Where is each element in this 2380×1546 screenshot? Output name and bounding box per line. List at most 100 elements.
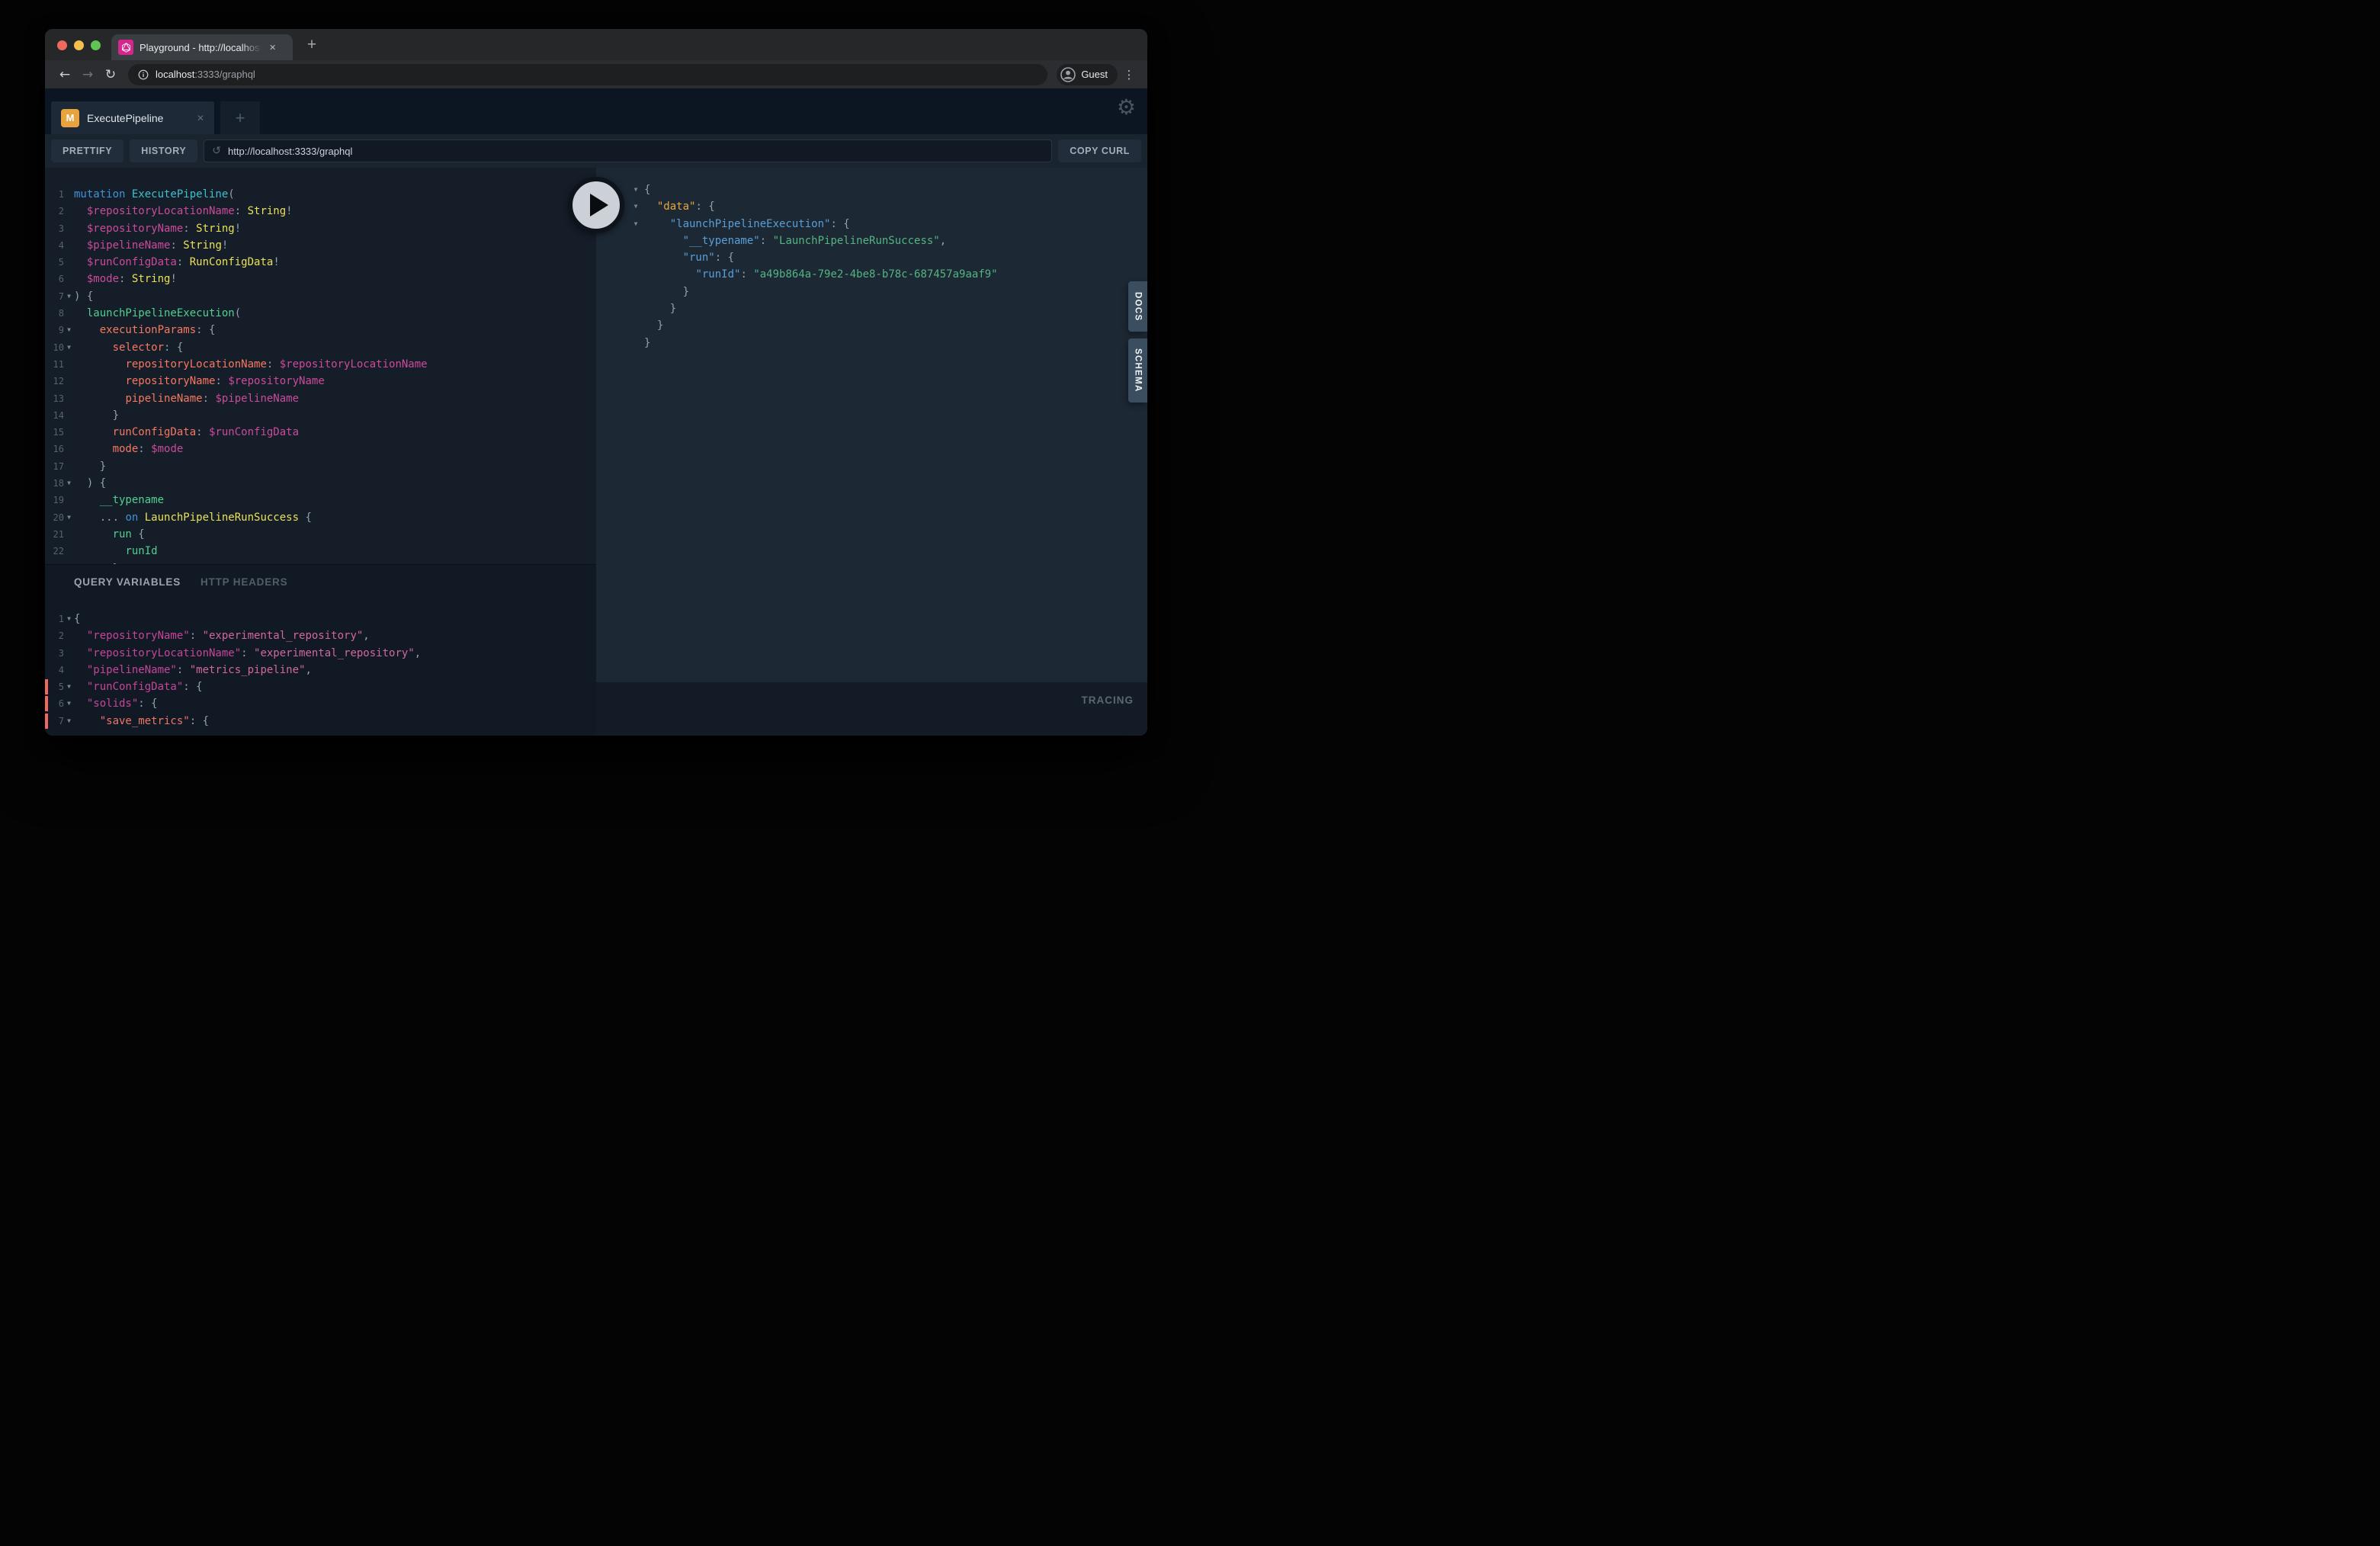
schema-side-tab[interactable]: SCHEMA [1128, 338, 1147, 403]
variables-code-line: 2 "repositoryName": "experimental_reposi… [45, 627, 596, 644]
fold-arrow-icon[interactable]: ▼ [64, 713, 74, 730]
query-code-line: 20▼ ... on LaunchPipelineRunSuccess { [45, 509, 596, 526]
endpoint-history-icon: ↺ [212, 145, 221, 157]
query-code-line: 5 $runConfigData: RunConfigData! [45, 254, 596, 271]
query-code-line: 19 __typename [45, 492, 596, 508]
fold-arrow-icon[interactable]: ▼ [64, 678, 74, 695]
tracing-toggle[interactable]: TRACING [1082, 694, 1134, 736]
line-number: 11 [45, 356, 64, 373]
code-text: } [644, 284, 1147, 300]
browser-window: Playground - http://localhost:3 ✕ + ← → … [45, 29, 1147, 736]
query-code-line: 4 $pipelineName: String! [45, 237, 596, 254]
code-text: executionParams: { [74, 322, 596, 338]
fold-arrow-spacer [64, 237, 74, 254]
query-code-line: 11 repositoryLocationName: $repositoryLo… [45, 356, 596, 373]
close-window-button[interactable] [57, 40, 67, 50]
line-number: 4 [45, 237, 64, 254]
fold-arrow-spacer [627, 233, 644, 249]
settings-gear-icon[interactable]: ⚙ [1117, 96, 1136, 119]
line-number: 6 [45, 695, 64, 712]
fold-arrow-icon[interactable]: ▼ [64, 339, 74, 356]
url-text: localhost:3333/graphql [156, 69, 255, 80]
query-editor[interactable]: 1mutation ExecutePipeline(2 $repositoryL… [45, 168, 596, 564]
query-code-line: 6 $mode: String! [45, 271, 596, 287]
fold-arrow-spacer [64, 458, 74, 475]
browser-tab[interactable]: Playground - http://localhost:3 ✕ [111, 34, 293, 60]
execute-play-button[interactable] [568, 177, 624, 233]
code-text: __typename [74, 492, 596, 508]
code-text: { [74, 611, 596, 627]
variables-editor[interactable]: 1▼{2 "repositoryName": "experimental_rep… [45, 598, 596, 730]
code-text: ... on LaunchPipelineRunSuccess { [74, 509, 596, 526]
code-text: selector: { [74, 339, 596, 356]
browser-menu-icon[interactable]: ⋮ [1121, 68, 1137, 82]
playground-tab-close-icon[interactable]: ✕ [197, 113, 204, 123]
query-code-line: 3 $repositoryName: String! [45, 220, 596, 237]
prettify-button[interactable]: PRETTIFY [51, 140, 123, 162]
new-tab-button[interactable]: + [300, 34, 323, 56]
playground-tab-executepipeline[interactable]: M ExecutePipeline ✕ [51, 101, 214, 134]
fold-arrow-spacer [64, 203, 74, 220]
docs-side-tab[interactable]: DOCS [1128, 281, 1147, 332]
avatar-icon [1060, 67, 1076, 82]
endpoint-input[interactable]: ↺ http://localhost:3333/graphql [204, 140, 1052, 162]
fold-arrow-icon[interactable]: ▼ [64, 695, 74, 712]
graphql-playground: M ExecutePipeline ✕ + ⚙ PRETTIFY HISTORY… [45, 88, 1147, 736]
response-code-line: "runId": "a49b864a-79e2-4be8-b78c-687457… [627, 266, 1147, 283]
line-number: 16 [45, 441, 64, 457]
history-button[interactable]: HISTORY [130, 140, 197, 162]
playground-tab-label: ExecutePipeline [87, 112, 189, 124]
line-number: 9 [45, 322, 64, 338]
query-pane: 1mutation ExecutePipeline(2 $repositoryL… [45, 168, 596, 736]
mutation-badge: M [61, 109, 79, 127]
code-text: $pipelineName: String! [74, 237, 596, 254]
variables-code-line: 3 "repositoryLocationName": "experimenta… [45, 645, 596, 662]
fold-arrow-icon[interactable]: ▼ [627, 181, 644, 198]
fold-arrow-spacer [64, 492, 74, 508]
code-text: repositoryName: $repositoryName [74, 373, 596, 390]
fold-arrow-spacer [64, 305, 74, 322]
fold-arrow-spacer [64, 645, 74, 662]
forward-icon[interactable]: → [78, 67, 98, 82]
code-text: $runConfigData: RunConfigData! [74, 254, 596, 271]
minimize-window-button[interactable] [74, 40, 84, 50]
tab-query-variables[interactable]: QUERY VARIABLES [74, 576, 181, 588]
variables-code-line: 7▼ "save_metrics": { [45, 713, 596, 730]
tab-close-icon[interactable]: ✕ [269, 43, 276, 53]
variables-code-line: 5▼ "runConfigData": { [45, 678, 596, 695]
query-code-line: 7▼) { [45, 288, 596, 305]
variables-code-line: 6▼ "solids": { [45, 695, 596, 712]
address-bar[interactable]: localhost:3333/graphql [128, 64, 1047, 85]
fold-arrow-spacer [64, 186, 74, 203]
fold-arrow-icon[interactable]: ▼ [64, 611, 74, 627]
back-icon[interactable]: ← [55, 67, 75, 82]
line-number: 1 [45, 186, 64, 203]
browser-tab-title: Playground - http://localhost:3 [140, 42, 261, 53]
code-text: "__typename": "LaunchPipelineRunSuccess"… [644, 233, 1147, 249]
fold-arrow-icon[interactable]: ▼ [627, 216, 644, 233]
fold-arrow-spacer [64, 356, 74, 373]
fold-arrow-icon[interactable]: ▼ [64, 322, 74, 338]
site-info-icon[interactable] [138, 69, 149, 80]
code-text: runId [74, 543, 596, 560]
fold-arrow-icon[interactable]: ▼ [64, 288, 74, 305]
zoom-window-button[interactable] [91, 40, 101, 50]
line-number: 7 [45, 288, 64, 305]
profile-button[interactable]: Guest [1057, 64, 1118, 85]
fold-arrow-icon[interactable]: ▼ [64, 509, 74, 526]
code-text: "solids": { [74, 695, 596, 712]
playground-new-tab-button[interactable]: + [220, 101, 260, 134]
fold-arrow-icon[interactable]: ▼ [64, 475, 74, 492]
code-text: run { [74, 526, 596, 543]
fold-arrow-icon[interactable]: ▼ [627, 198, 644, 215]
profile-label: Guest [1081, 69, 1108, 80]
line-number: 3 [45, 220, 64, 237]
line-number: 18 [45, 475, 64, 492]
reload-icon[interactable]: ↻ [101, 67, 120, 82]
code-text: } [644, 335, 1147, 351]
variables-tab-bar: QUERY VARIABLES HTTP HEADERS [45, 565, 596, 598]
line-number: 10 [45, 339, 64, 356]
line-number: 2 [45, 627, 64, 644]
tab-http-headers[interactable]: HTTP HEADERS [200, 576, 287, 588]
copy-curl-button[interactable]: COPY CURL [1058, 140, 1141, 162]
